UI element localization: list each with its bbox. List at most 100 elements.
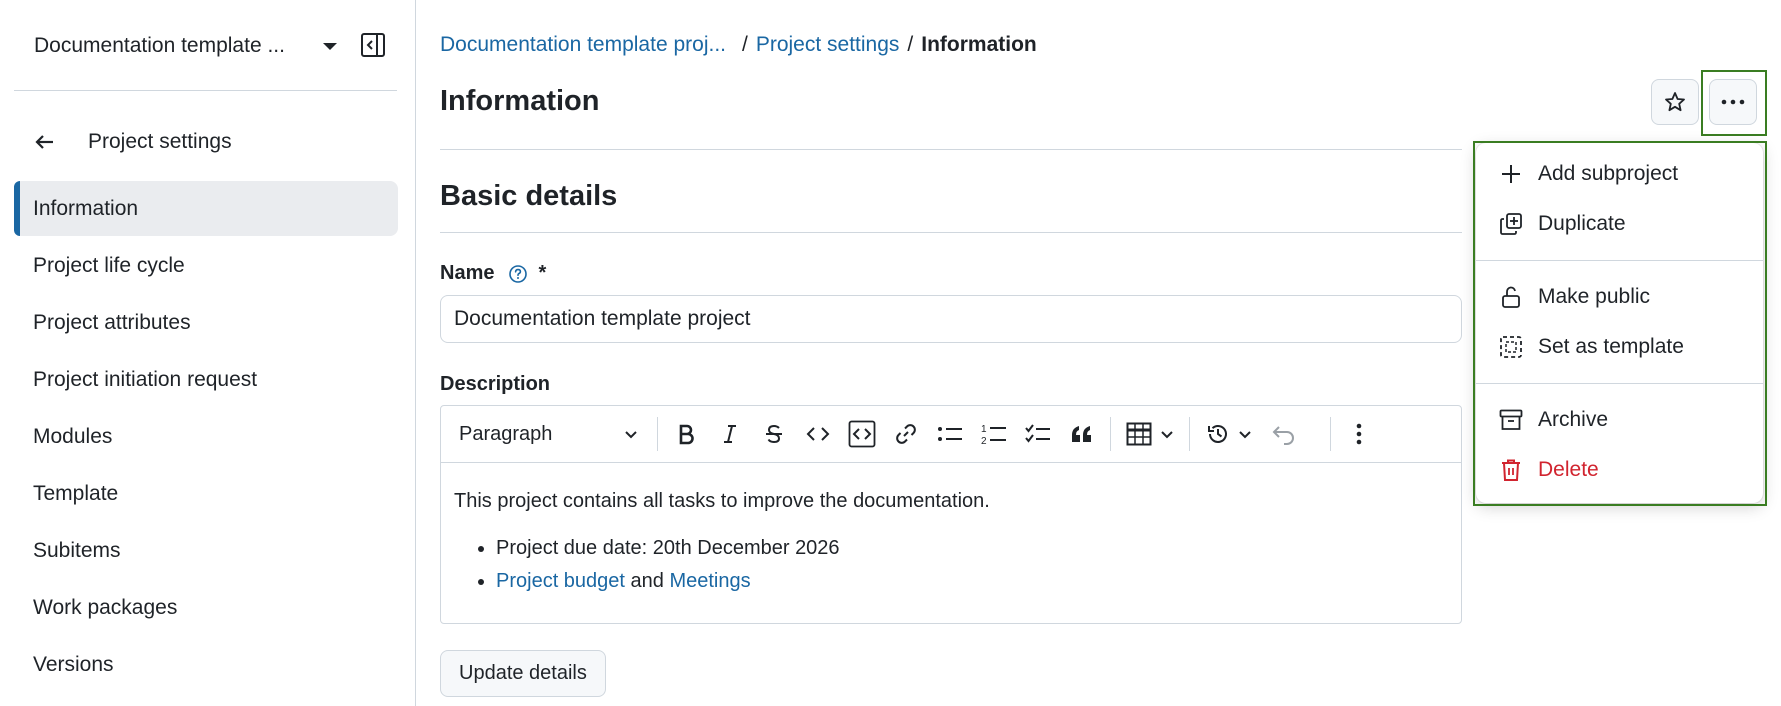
blockquote-button[interactable]: [1060, 414, 1104, 454]
sidebar-item-versions[interactable]: Versions: [14, 637, 398, 692]
help-circle-icon[interactable]: [508, 264, 528, 284]
bulleted-list-icon: [938, 427, 962, 441]
italic-icon: [724, 425, 736, 443]
sidebar-item-information[interactable]: Information: [14, 181, 398, 236]
bulleted-list-button[interactable]: [928, 414, 972, 454]
task-list-icon: [1025, 424, 1050, 443]
list-item: Project budget and Meetings: [496, 565, 1448, 598]
star-icon: [1665, 92, 1685, 112]
toolbar-separator: [1110, 417, 1111, 451]
bold-button[interactable]: [664, 414, 708, 454]
archive-item[interactable]: Archive: [1476, 395, 1763, 445]
breadcrumb-settings-link[interactable]: Project settings: [756, 33, 900, 57]
menu-item-label: Duplicate: [1538, 212, 1626, 235]
toolbar-separator: [657, 417, 658, 451]
more-vertical-icon: [1356, 423, 1362, 445]
menu-item-label: Delete: [1538, 458, 1599, 481]
menu-item-label: Set as template: [1538, 335, 1684, 358]
delete-item[interactable]: Delete: [1476, 445, 1763, 495]
toolbar-separator: [1189, 417, 1190, 451]
project-selector-label: Documentation template ...: [34, 34, 285, 57]
more-toolbar-button[interactable]: [1337, 414, 1381, 454]
insert-table-button[interactable]: [1117, 414, 1183, 454]
breadcrumb-project-link[interactable]: Documentation template proj...: [440, 33, 726, 57]
required-mark: *: [538, 262, 547, 284]
sidebar-collapse-button[interactable]: [358, 30, 388, 60]
meetings-link[interactable]: Meetings: [669, 570, 750, 592]
code-block-button[interactable]: [840, 414, 884, 454]
caret-down-icon: [322, 42, 337, 50]
sidebar-item-modules[interactable]: Modules: [14, 409, 398, 464]
template-icon: [1498, 334, 1524, 360]
italic-button[interactable]: [708, 414, 752, 454]
svg-text:2: 2: [981, 436, 987, 446]
sidebar-toggle-icon: [361, 33, 385, 57]
back-row-label: Project settings: [88, 130, 232, 153]
sidebar-item-template[interactable]: Template: [14, 466, 398, 521]
list-item-text: and: [624, 570, 670, 592]
name-label-text: Name: [440, 262, 495, 284]
table-icon: [1126, 422, 1152, 446]
make-public-item[interactable]: Make public: [1476, 272, 1763, 322]
link-button[interactable]: [884, 414, 928, 454]
section-divider: [440, 232, 1462, 233]
sidebar-item-project-attributes[interactable]: Project attributes: [14, 295, 398, 350]
sidebar-item-project-life-cycle[interactable]: Project life cycle: [14, 238, 398, 293]
editor-content[interactable]: This project contains all tasks to impro…: [441, 463, 1461, 620]
numbered-list-button[interactable]: 12: [972, 414, 1016, 454]
paragraph-style-label: Paragraph: [459, 422, 553, 445]
numbered-list-icon: 12: [981, 424, 1006, 446]
page-title: Information: [440, 85, 600, 117]
arrow-left-icon: [35, 135, 53, 149]
quote-icon: [1072, 426, 1091, 442]
description-editor[interactable]: Paragraph 1 2 This project contains all …: [440, 405, 1462, 624]
task-list-button[interactable]: [1016, 414, 1060, 454]
settings-menu: Information Project life cycle Project a…: [14, 181, 398, 694]
chevron-down-icon: [1239, 431, 1251, 439]
sidebar-item-work-packages[interactable]: Work packages: [14, 580, 398, 635]
inline-code-button[interactable]: [796, 414, 840, 454]
bold-icon: [679, 424, 694, 445]
description-label: Description: [440, 373, 551, 395]
update-details-button[interactable]: Update details: [440, 650, 606, 697]
archive-icon: [1498, 407, 1524, 433]
list-item: Project due date: 20th December 2026: [496, 532, 1448, 565]
set-as-template-item[interactable]: Set as template: [1476, 322, 1763, 372]
sidebar-divider: [14, 90, 397, 91]
menu-item-label: Archive: [1538, 408, 1609, 431]
breadcrumb-separator: /: [907, 33, 914, 56]
add-subproject-item[interactable]: Add subproject: [1476, 149, 1763, 199]
strikethrough-button[interactable]: [752, 414, 796, 454]
chevron-down-icon: [1161, 431, 1173, 439]
back-button[interactable]: [32, 129, 58, 155]
sidebar-item-subitems[interactable]: Subitems: [14, 523, 398, 578]
favorite-button[interactable]: [1651, 79, 1699, 125]
toolbar-separator: [1330, 417, 1331, 451]
more-actions-menu: Add subproject Duplicate Make public Set…: [1476, 143, 1763, 503]
link-icon: [896, 424, 916, 444]
menu-item-label: Add subproject: [1538, 162, 1679, 185]
project-budget-link[interactable]: Project budget: [496, 570, 625, 592]
section-title: Basic details: [440, 180, 618, 212]
paragraph-style-select[interactable]: Paragraph: [447, 414, 651, 454]
menu-divider: [1476, 383, 1763, 384]
duplicate-item[interactable]: Duplicate: [1476, 199, 1763, 249]
svg-text:1: 1: [981, 424, 987, 435]
chevron-down-icon: [625, 431, 637, 439]
unlock-icon: [1498, 284, 1524, 310]
sidebar-item-project-initiation-request[interactable]: Project initiation request: [14, 352, 398, 407]
code-icon: [806, 427, 830, 441]
history-icon: [1208, 425, 1227, 443]
editor-toolbar: Paragraph 1 2: [441, 406, 1461, 463]
name-field[interactable]: [440, 295, 1462, 343]
undo-icon: [1272, 426, 1294, 445]
more-actions-button[interactable]: [1709, 79, 1757, 125]
undo-button[interactable]: [1262, 414, 1306, 454]
plus-icon: [1498, 161, 1524, 187]
name-label: Name *: [440, 262, 546, 285]
revision-history-button[interactable]: [1196, 414, 1262, 454]
strikethrough-icon: [766, 424, 782, 444]
breadcrumb: Documentation template proj... / Project…: [440, 33, 1037, 57]
project-selector[interactable]: Documentation template ...: [34, 28, 337, 64]
sidebar: Documentation template ... Project setti…: [0, 0, 416, 706]
